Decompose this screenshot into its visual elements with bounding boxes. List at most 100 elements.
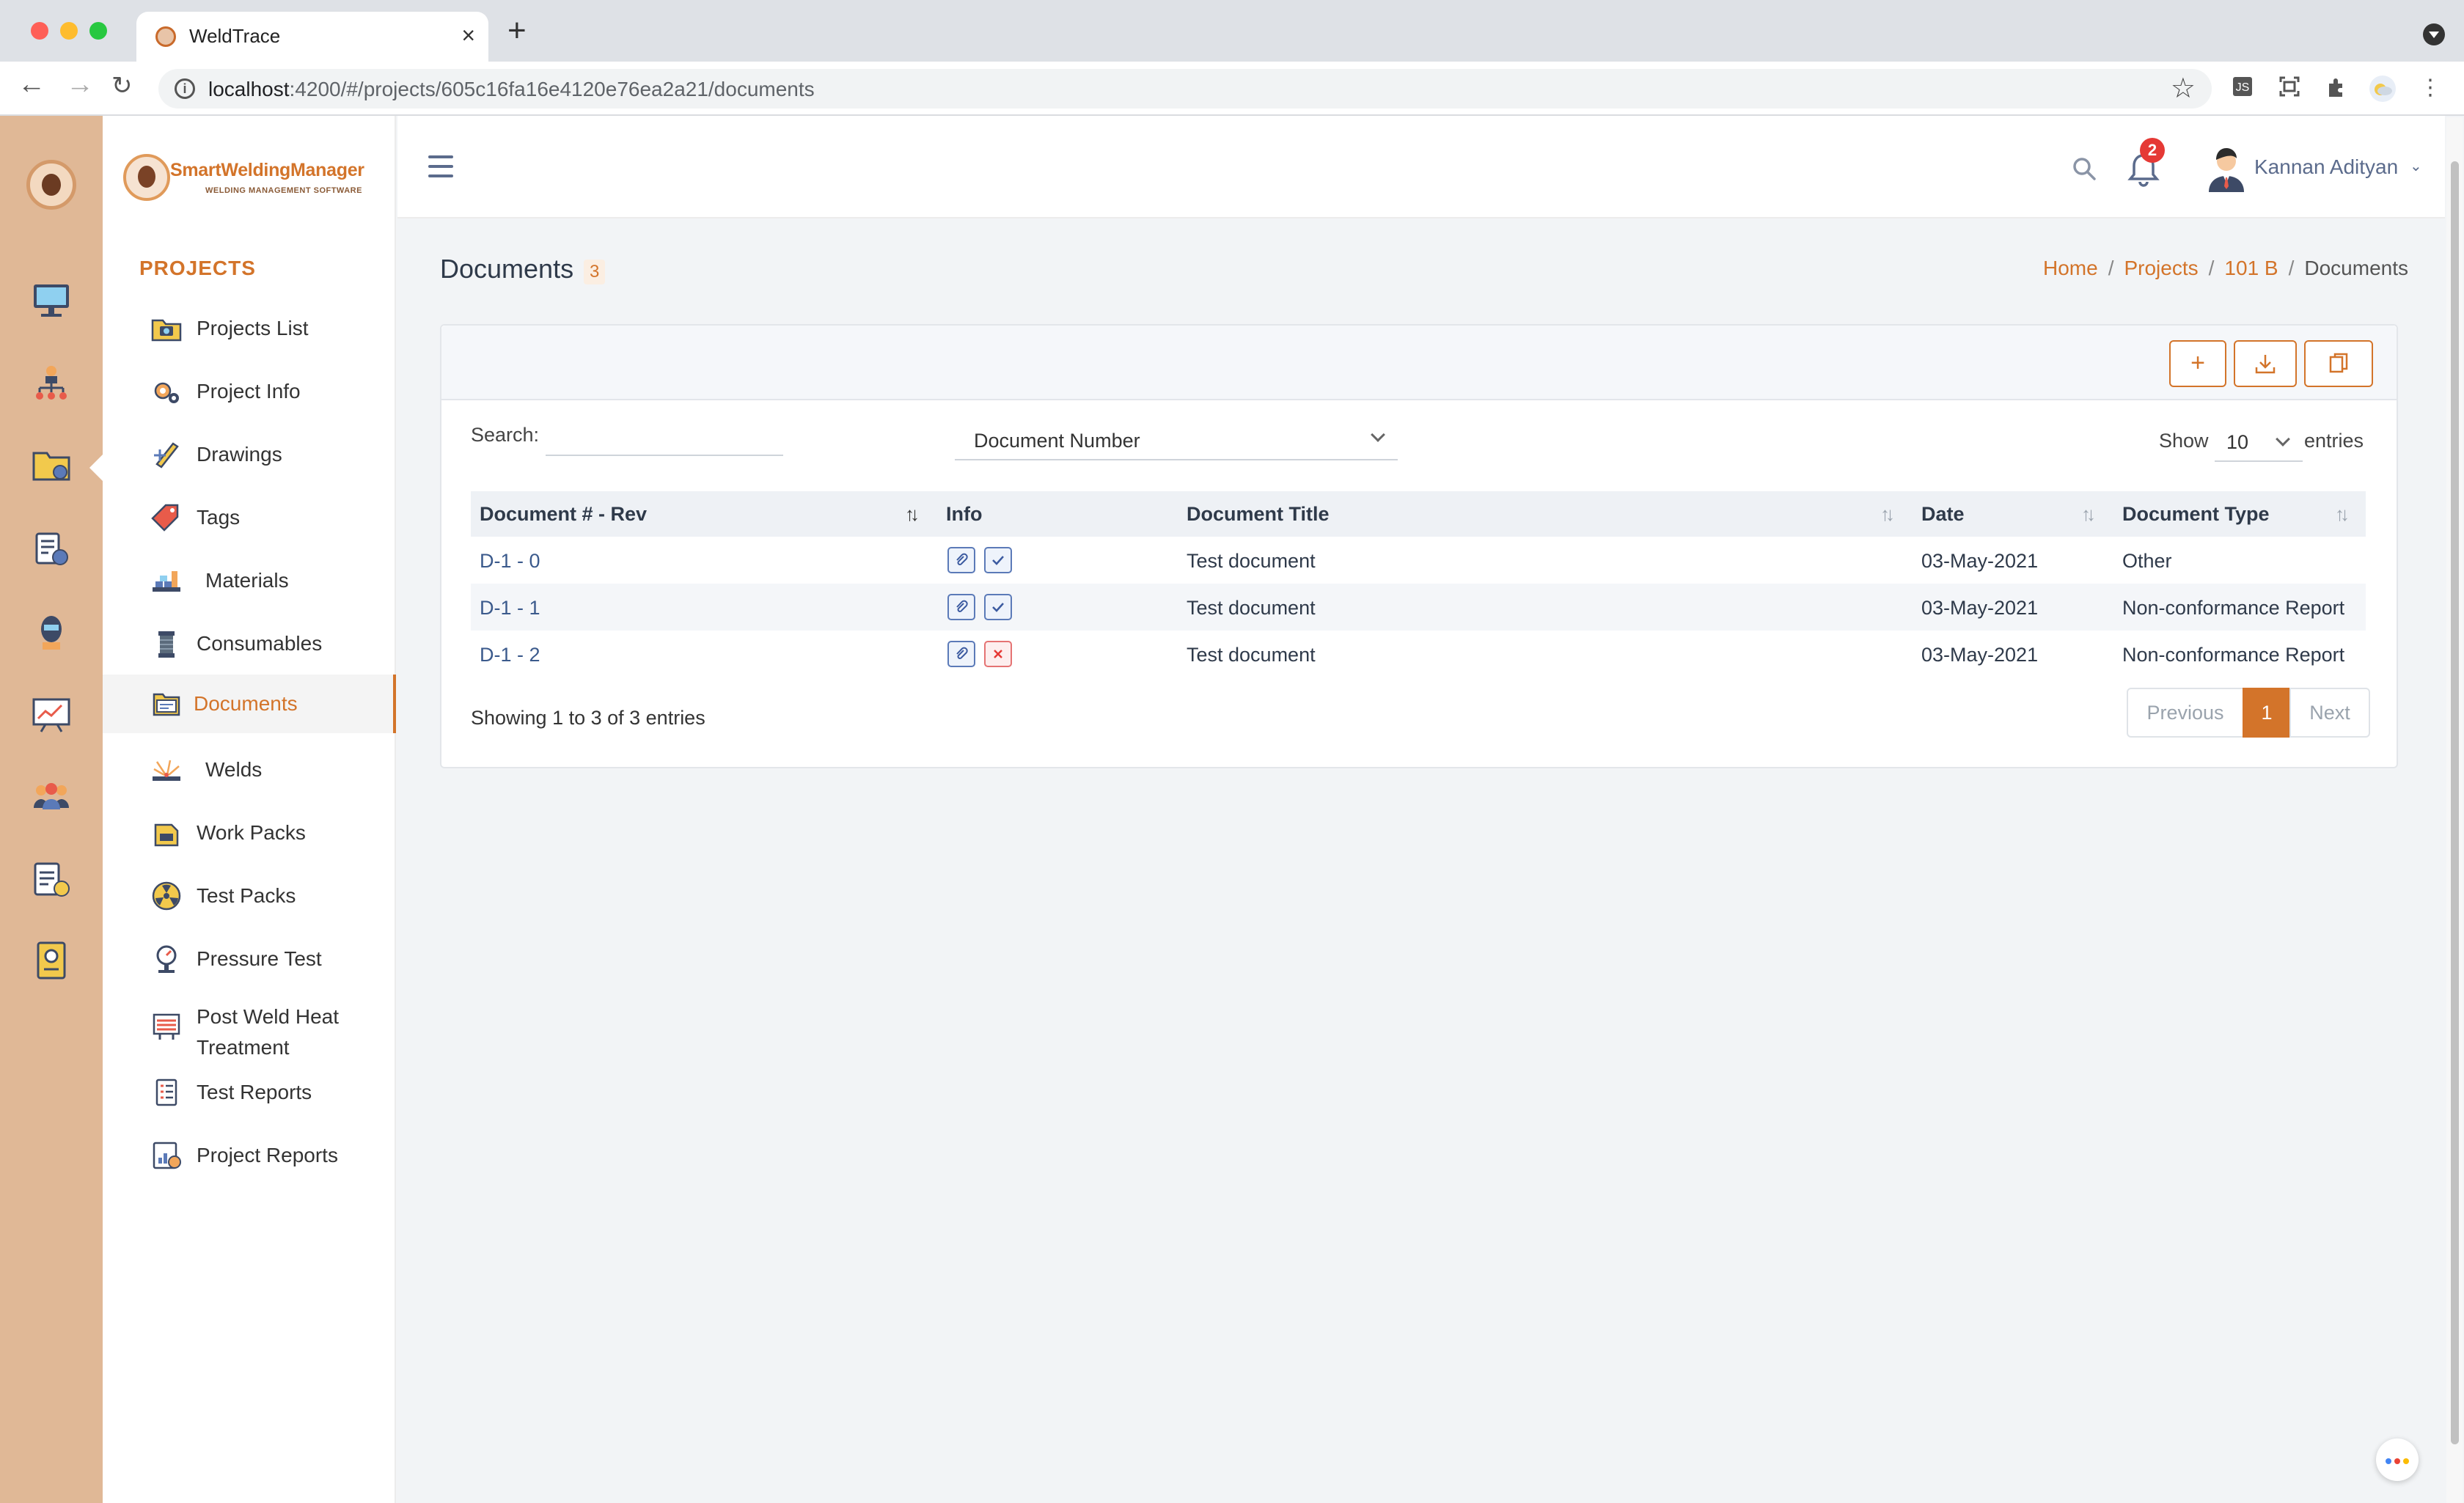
page-scrollbar[interactable] bbox=[2446, 117, 2463, 1503]
sidebar-item-label: Work Packs bbox=[197, 821, 306, 844]
minimize-window-button[interactable] bbox=[60, 22, 78, 40]
previous-page-button[interactable]: Previous bbox=[2127, 688, 2244, 738]
brand-logo[interactable]: SmartWeldingManager WELDING MANAGEMENT S… bbox=[123, 154, 373, 205]
document-number-link[interactable]: D-1 - 2 bbox=[480, 644, 540, 666]
certificate-icon[interactable] bbox=[31, 940, 72, 981]
page-size-select[interactable]: 10 bbox=[2215, 419, 2303, 462]
column-header-info: Info bbox=[946, 503, 983, 525]
browser-menu-icon[interactable]: ⋮ bbox=[2417, 75, 2443, 101]
browser-tab[interactable]: WeldTrace × bbox=[136, 12, 488, 62]
sidebar-item-materials[interactable]: Materials bbox=[103, 551, 396, 610]
profile-icon[interactable] bbox=[2369, 75, 2396, 102]
close-tab-icon[interactable]: × bbox=[461, 22, 475, 49]
sidebar-item-test-packs[interactable]: Test Packs bbox=[103, 867, 396, 925]
document-date: 03-May-2021 bbox=[1921, 550, 2039, 572]
sidebar-item-label: Welds bbox=[205, 758, 263, 781]
sidebar-item-welds[interactable]: Welds bbox=[103, 741, 396, 799]
document-number-link[interactable]: D-1 - 1 bbox=[480, 597, 540, 620]
sort-icon[interactable]: ↑↓ bbox=[1880, 503, 1895, 526]
breadcrumb-home[interactable]: Home bbox=[2043, 257, 2098, 279]
scrollbar-thumb[interactable] bbox=[2451, 161, 2459, 1444]
rejected-x-icon[interactable] bbox=[984, 641, 1012, 667]
breadcrumb-project[interactable]: 101 B bbox=[2224, 257, 2278, 279]
presentation-board-icon[interactable] bbox=[31, 694, 72, 735]
document-type: Other bbox=[2122, 550, 2172, 572]
add-document-button[interactable]: + bbox=[2169, 340, 2226, 387]
user-avatar-icon[interactable] bbox=[2206, 145, 2247, 192]
attachment-icon[interactable] bbox=[947, 547, 975, 573]
search-column-select[interactable]: Document Number bbox=[955, 416, 1398, 460]
close-window-button[interactable] bbox=[31, 22, 48, 40]
url-text[interactable]: localhost:4200/#/projects/605c16fa16e412… bbox=[208, 78, 815, 101]
sidebar-item-pressure-test[interactable]: Pressure Test bbox=[103, 930, 396, 988]
breadcrumb-current: Documents bbox=[2304, 257, 2408, 279]
address-bar[interactable]: i localhost:4200/#/projects/605c16fa16e4… bbox=[158, 69, 2212, 109]
welder-mask-icon[interactable] bbox=[31, 611, 72, 653]
breadcrumb-separator: / bbox=[2208, 257, 2215, 279]
approved-check-icon[interactable] bbox=[984, 547, 1012, 573]
download-button[interactable] bbox=[2234, 340, 2297, 387]
menu-toggle-icon[interactable] bbox=[428, 155, 453, 177]
sort-asc-icon[interactable]: ↑↓ bbox=[905, 503, 920, 526]
org-chart-icon[interactable] bbox=[31, 362, 72, 403]
sidebar-item-documents[interactable]: Documents bbox=[103, 675, 396, 733]
copy-button[interactable] bbox=[2304, 340, 2373, 387]
sidebar-item-test-reports[interactable]: Test Reports bbox=[103, 1063, 396, 1122]
document-type: Non-conformance Report bbox=[2122, 597, 2345, 619]
page-1-button[interactable]: 1 bbox=[2243, 688, 2291, 738]
column-header-date[interactable]: Date bbox=[1921, 503, 1965, 526]
materials-icon bbox=[153, 571, 180, 592]
sidebar-item-work-packs[interactable]: Work Packs bbox=[103, 804, 396, 862]
breadcrumb-separator: / bbox=[2108, 257, 2114, 279]
chevron-down-icon[interactable]: ⌄ bbox=[2410, 157, 2422, 175]
bookmark-star-icon[interactable]: ☆ bbox=[2171, 72, 2196, 105]
breadcrumb-projects[interactable]: Projects bbox=[2124, 257, 2198, 279]
puzzle-extensions-icon[interactable] bbox=[2323, 75, 2350, 101]
site-info-icon[interactable]: i bbox=[175, 78, 195, 99]
new-tab-button[interactable]: + bbox=[507, 15, 527, 47]
gears-icon bbox=[154, 382, 179, 403]
sidebar-item-label: Test Reports bbox=[197, 1081, 312, 1103]
monitor-icon[interactable] bbox=[31, 279, 72, 320]
screenshot-icon[interactable] bbox=[2276, 75, 2303, 101]
favicon-icon bbox=[155, 26, 176, 47]
search-input[interactable] bbox=[546, 421, 783, 456]
next-page-button[interactable]: Next bbox=[2289, 688, 2370, 738]
document-date: 03-May-2021 bbox=[1921, 644, 2039, 666]
tab-search-button[interactable] bbox=[2423, 23, 2445, 45]
team-icon[interactable] bbox=[31, 776, 72, 817]
sidebar-item-post-weld-heat-treatment[interactable]: Post Weld Heat Treatment bbox=[103, 993, 396, 1059]
sidebar-item-project-info[interactable]: Project Info bbox=[103, 362, 396, 421]
forward-arrow-icon[interactable]: → bbox=[66, 70, 94, 98]
reload-icon[interactable]: ↻ bbox=[111, 73, 133, 98]
sidebar-item-tags[interactable]: Tags bbox=[103, 488, 396, 547]
settings-clipboard-icon[interactable] bbox=[31, 528, 72, 569]
extension-icon[interactable]: JS bbox=[2229, 75, 2256, 101]
app-logo-icon[interactable] bbox=[26, 160, 76, 210]
drawing-icon bbox=[154, 442, 179, 468]
sort-icon[interactable]: ↑↓ bbox=[2335, 503, 2350, 526]
download-icon bbox=[2255, 355, 2276, 374]
maximize-window-button[interactable] bbox=[89, 22, 107, 40]
search-icon[interactable] bbox=[2069, 154, 2099, 183]
attachment-icon[interactable] bbox=[947, 641, 975, 667]
assistant-dots-button[interactable] bbox=[2376, 1438, 2419, 1481]
column-header-document[interactable]: Document # - Rev bbox=[480, 503, 647, 526]
approved-check-icon[interactable] bbox=[984, 594, 1012, 620]
sidebar-item-project-reports[interactable]: Project Reports bbox=[103, 1126, 396, 1185]
clipboard-clock-icon[interactable] bbox=[31, 858, 72, 899]
brand-mark-icon bbox=[123, 154, 170, 201]
sidebar-item-label: Documents bbox=[194, 692, 298, 715]
sidebar-item-projects-list[interactable]: Projects List bbox=[103, 299, 396, 358]
sort-icon[interactable]: ↑↓ bbox=[2081, 503, 2096, 526]
project-folder-icon[interactable] bbox=[31, 444, 72, 485]
back-arrow-icon[interactable]: ← bbox=[18, 70, 45, 98]
column-header-title[interactable]: Document Title bbox=[1187, 503, 1330, 526]
document-number-link[interactable]: D-1 - 0 bbox=[480, 550, 540, 573]
user-name[interactable]: Kannan Adityan bbox=[2254, 155, 2398, 179]
document-title: Test document bbox=[1187, 550, 1316, 572]
sidebar-item-consumables[interactable]: Consumables bbox=[103, 614, 396, 673]
sidebar-item-drawings[interactable]: Drawings bbox=[103, 425, 396, 484]
attachment-icon[interactable] bbox=[947, 594, 975, 620]
column-header-type[interactable]: Document Type bbox=[2122, 503, 2270, 526]
